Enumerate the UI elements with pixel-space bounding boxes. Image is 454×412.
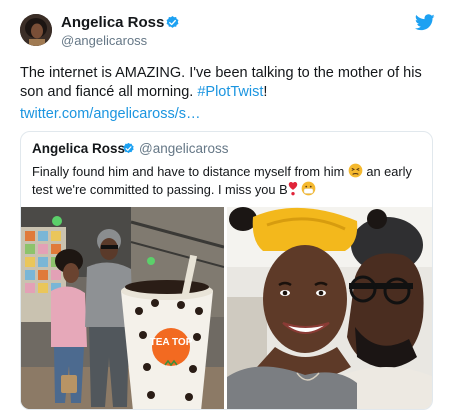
hashtag-link[interactable]: #PlotTwist	[197, 84, 263, 100]
photo-couple-with-cup-image: TEA TOP	[21, 207, 224, 409]
photo-selfie-image	[227, 207, 432, 409]
quoted-author-handle: @angelicaross	[139, 141, 229, 156]
verified-badge-icon	[166, 15, 179, 28]
avatar[interactable]	[20, 14, 52, 46]
verified-badge-icon	[123, 142, 134, 154]
quoted-media[interactable]: TEA TOP	[21, 207, 432, 409]
heart-exclamation-emoji-icon	[288, 181, 297, 196]
face-with-mask-emoji-icon	[301, 181, 316, 196]
photo-selfie[interactable]	[227, 207, 432, 409]
quoted-tweet-text: Finally found him and have to distance m…	[32, 163, 427, 199]
tweet-text-end: !	[263, 84, 268, 100]
twitter-bird-icon[interactable]	[415, 14, 435, 31]
quoted-text-part1: Finally found him and have to distance m…	[32, 164, 345, 179]
photo-couple-with-cup[interactable]: TEA TOP	[21, 207, 224, 409]
avatar-image	[20, 14, 52, 46]
quoted-tweet[interactable]: Angelica Ross @angelicaross Finally foun…	[20, 131, 433, 410]
persevering-face-emoji-icon	[348, 163, 363, 178]
tweet-text: The internet is AMAZING. I've been talki…	[20, 64, 440, 102]
tweet-url-link[interactable]: twitter.com/angelicaross/s…	[20, 106, 201, 122]
quoted-author-name: Angelica Ross	[32, 141, 126, 156]
author-handle[interactable]: @angelicaross	[61, 33, 147, 48]
tweet-card: Angelica Ross @angelicaross The internet…	[0, 0, 454, 412]
author-name[interactable]: Angelica Ross	[61, 14, 164, 31]
cup-logo-text: TEA TOP	[150, 337, 193, 348]
